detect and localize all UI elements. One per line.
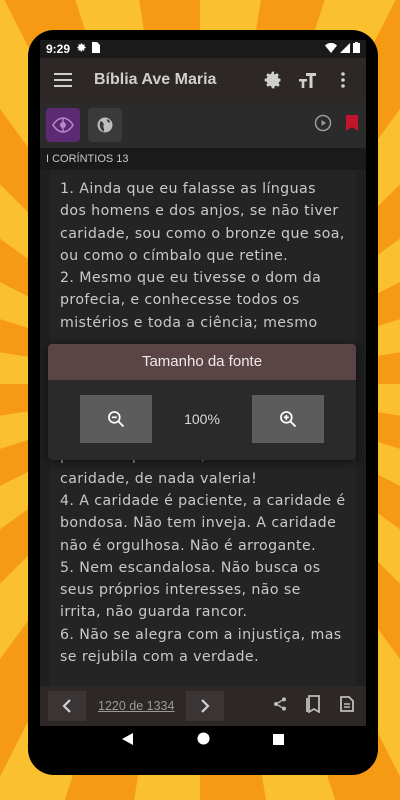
share-icon[interactable] (272, 696, 288, 716)
play-audio-icon[interactable] (314, 114, 332, 136)
page-indicator[interactable]: 1220 de 1334 (98, 699, 174, 713)
app-bar: Bíblia Ave Maria (40, 58, 366, 102)
phone-frame: 9:29 Bíblia Ave Maria I CORÍNTIOS 13 1. … (28, 30, 378, 775)
notes-icon[interactable] (340, 696, 354, 716)
increase-font-button[interactable] (252, 395, 324, 443)
font-size-dialog-title: Tamanho da fonte (48, 344, 356, 380)
decrease-font-button[interactable] (80, 395, 152, 443)
settings-status-icon (76, 42, 87, 56)
status-time: 9:29 (46, 42, 71, 56)
chapter-label: I CORÍNTIOS 13 (40, 148, 366, 170)
system-nav-bar (40, 726, 366, 752)
back-nav-icon[interactable] (121, 730, 134, 749)
more-options-icon[interactable] (328, 65, 358, 95)
text-size-icon[interactable] (294, 65, 324, 95)
app-screen: 9:29 Bíblia Ave Maria I CORÍNTIOS 13 1. … (40, 40, 366, 752)
zoom-in-icon (280, 411, 297, 428)
font-size-controls: 100% (48, 380, 356, 443)
status-bar: 9:29 (40, 40, 366, 58)
battery-icon (353, 42, 360, 56)
reading-mode-button[interactable] (46, 108, 80, 142)
reading-toolbar (40, 102, 366, 148)
bookmarks-list-icon[interactable] (306, 695, 322, 717)
globe-icon (97, 117, 113, 133)
bottom-bar: 1220 de 1334 (40, 686, 366, 726)
sim-status-icon (91, 42, 101, 56)
app-title: Bíblia Ave Maria (94, 71, 217, 88)
previous-page-button[interactable] (48, 691, 86, 721)
signal-icon (340, 42, 350, 56)
zoom-out-icon (108, 411, 125, 428)
bookmark-icon[interactable] (346, 115, 358, 135)
next-page-button[interactable] (186, 691, 225, 721)
chevron-left-icon (62, 699, 71, 713)
home-nav-icon[interactable] (197, 730, 210, 749)
wifi-icon (325, 42, 337, 56)
eye-icon (52, 117, 74, 133)
recents-nav-icon[interactable] (273, 730, 285, 749)
chevron-right-icon (201, 699, 211, 713)
font-size-dialog: Tamanho da fonte 100% (48, 344, 356, 460)
language-button[interactable] (88, 108, 122, 142)
font-size-value: 100% (184, 411, 220, 427)
settings-icon[interactable] (258, 65, 288, 95)
menu-icon[interactable] (48, 65, 78, 95)
